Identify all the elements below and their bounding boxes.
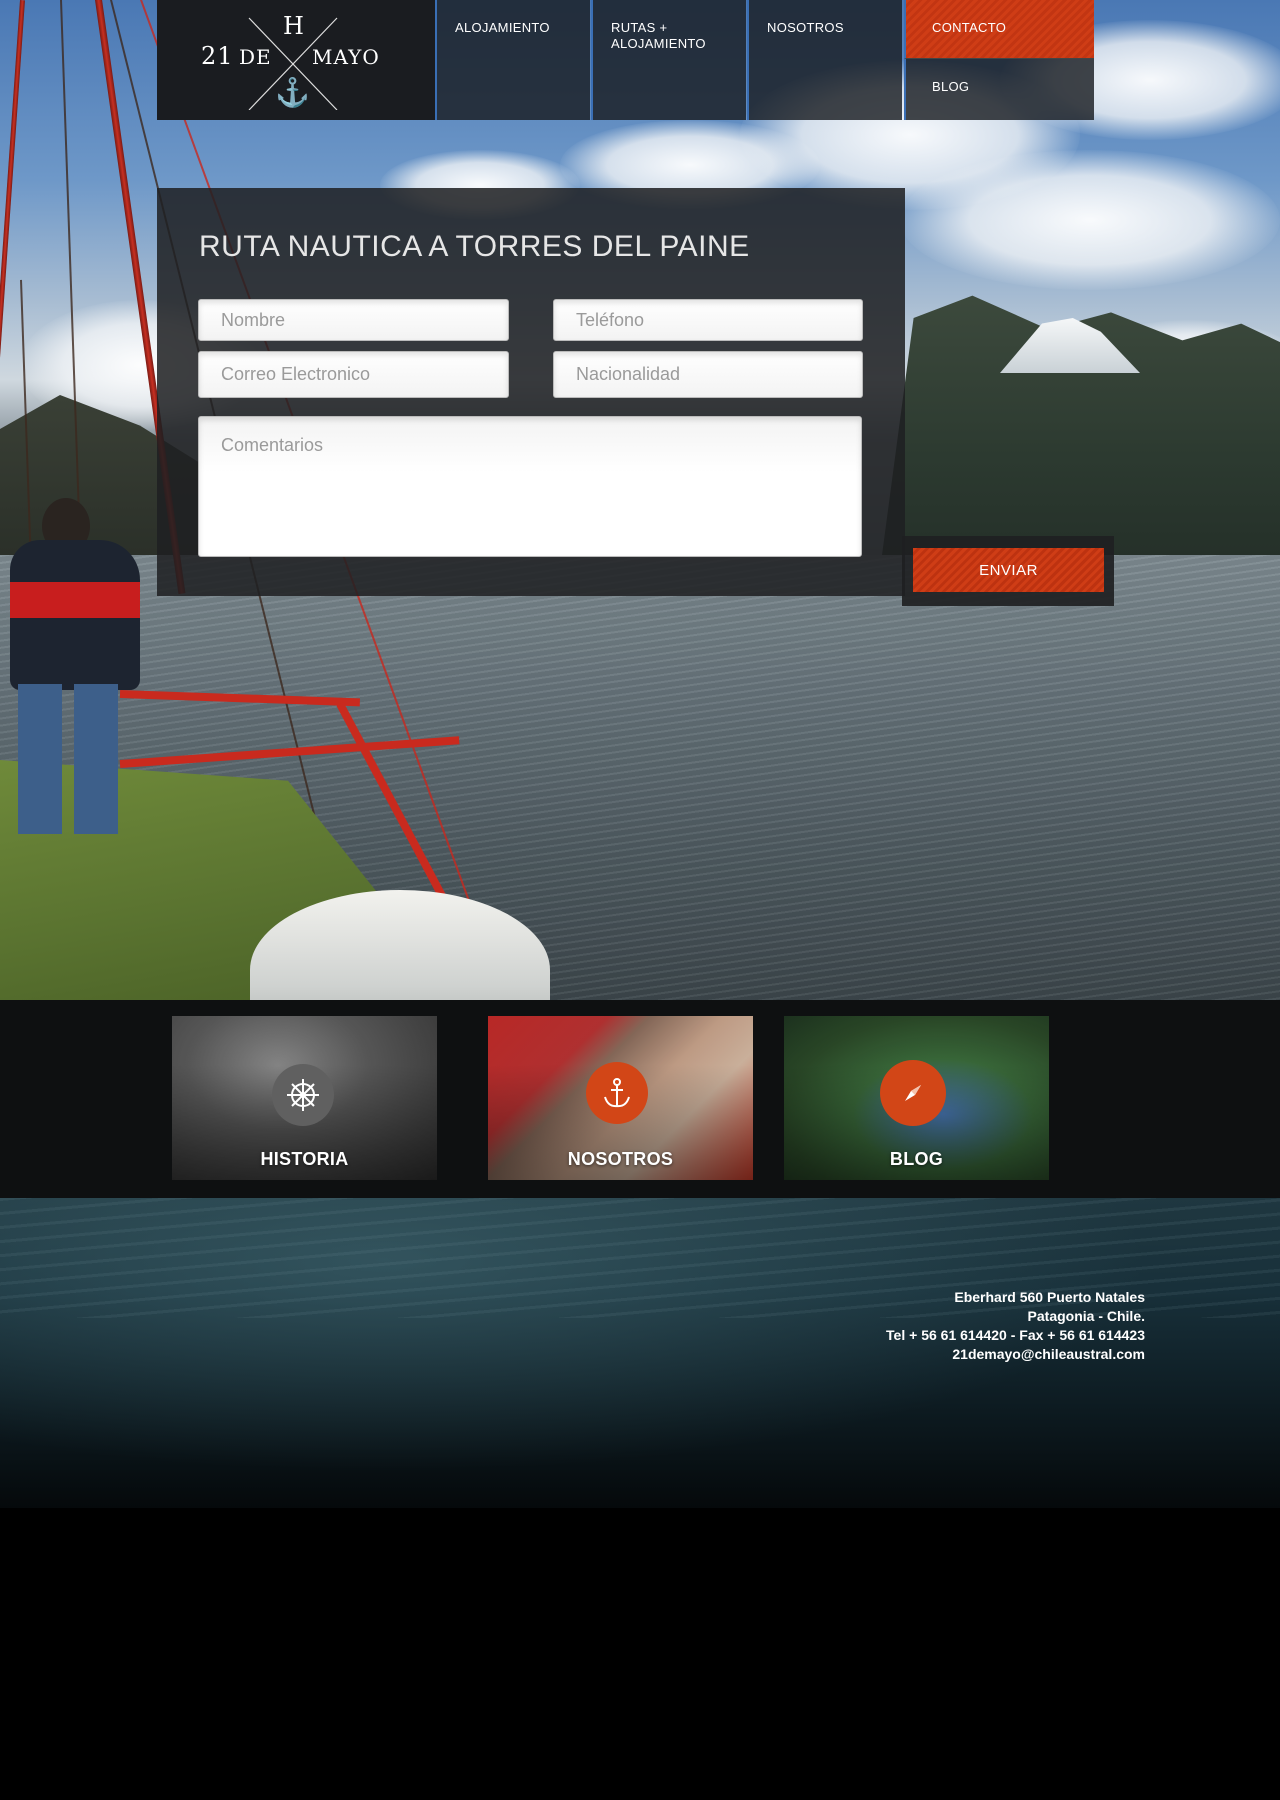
submit-button[interactable]: ENVIAR bbox=[913, 548, 1104, 592]
anchor-icon: ⚓ bbox=[275, 76, 311, 109]
comments-field[interactable] bbox=[198, 416, 862, 557]
form-title: RUTA NAUTICA A TORRES DEL PAINE bbox=[199, 230, 750, 263]
nav-blog[interactable]: BLOG bbox=[904, 58, 1094, 120]
tile-label: BLOG bbox=[889, 1149, 944, 1169]
site-logo[interactable]: H 21 DE MAYO ⚓ bbox=[157, 0, 435, 120]
tile-label: NOSOTROS bbox=[567, 1149, 674, 1169]
page-bottom bbox=[0, 1508, 1280, 1800]
tile-historia[interactable]: HISTORIA bbox=[172, 1016, 437, 1180]
contact-email[interactable]: 21demayo@chileaustral.com bbox=[886, 1345, 1145, 1364]
email-field[interactable] bbox=[198, 351, 509, 398]
nationality-field[interactable] bbox=[553, 351, 863, 398]
nav-contacto[interactable]: CONTACTO bbox=[904, 0, 1094, 58]
contact-address: Eberhard 560 Puerto Natales Patagonia - … bbox=[886, 1288, 1145, 1364]
nav-label: RUTAS + ALOJAMIENTO bbox=[611, 20, 706, 51]
page: H 21 DE MAYO ⚓ ALOJAMIENTO RUTAS + ALOJA… bbox=[0, 0, 1280, 1800]
phone-fax: Tel + 56 61 614420 - Fax + 56 61 614423 bbox=[886, 1327, 1145, 1343]
nav-label: ALOJAMIENTO bbox=[455, 20, 550, 35]
submit-area: ENVIAR bbox=[902, 536, 1114, 606]
anchor-icon bbox=[586, 1062, 648, 1124]
nav-alojamiento[interactable]: ALOJAMIENTO bbox=[435, 0, 590, 120]
ship-wheel-icon bbox=[272, 1064, 334, 1126]
nav-label: NOSOTROS bbox=[767, 20, 844, 35]
nav-nosotros[interactable]: NOSOTROS bbox=[747, 0, 902, 120]
nav-label: BLOG bbox=[932, 79, 970, 94]
footer: Eberhard 560 Puerto Natales Patagonia - … bbox=[0, 1198, 1280, 1508]
nav-rutas-alojamiento[interactable]: RUTAS + ALOJAMIENTO bbox=[591, 0, 746, 120]
tile-nosotros[interactable]: NOSOTROS bbox=[488, 1016, 753, 1180]
compass-icon bbox=[880, 1060, 946, 1126]
address-street: Eberhard 560 Puerto Natales bbox=[954, 1289, 1145, 1305]
nav-label: CONTACTO bbox=[932, 20, 1007, 35]
contact-form-panel: RUTA NAUTICA A TORRES DEL PAINE bbox=[157, 188, 905, 596]
tile-blog[interactable]: BLOG bbox=[784, 1016, 1049, 1180]
logo-word-mayo: MAYO bbox=[312, 45, 380, 69]
phone-field[interactable] bbox=[553, 299, 863, 341]
address-region: Patagonia - Chile. bbox=[1027, 1308, 1145, 1324]
name-field[interactable] bbox=[198, 299, 509, 341]
logo-word-de: DE bbox=[239, 45, 272, 69]
tile-label: HISTORIA bbox=[260, 1149, 349, 1169]
logo-number: 21 bbox=[201, 42, 234, 70]
logo-letter-h: H bbox=[283, 12, 305, 40]
